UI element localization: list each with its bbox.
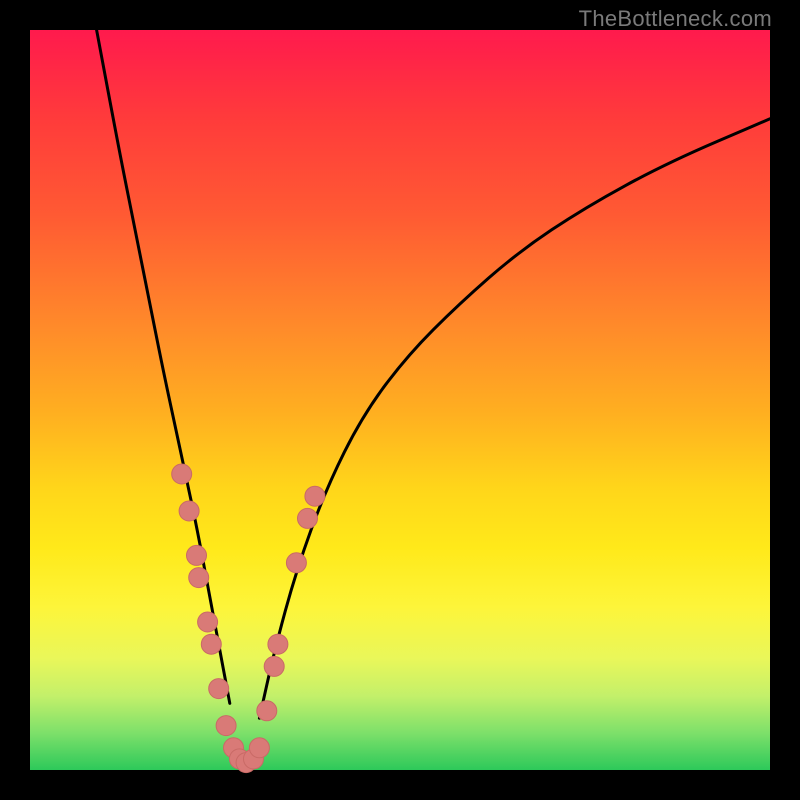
marker-point [298,508,318,528]
marker-point [201,634,221,654]
marker-point [209,679,229,699]
marker-point [187,545,207,565]
chart-svg [30,30,770,770]
marker-point [257,701,277,721]
marker-point [179,501,199,521]
marker-point [189,568,209,588]
watermark-label: TheBottleneck.com [579,6,772,32]
marker-point [216,716,236,736]
marker-point [198,612,218,632]
bottleneck-curve [97,30,770,765]
chart-frame: TheBottleneck.com [0,0,800,800]
marker-point [268,634,288,654]
highlight-markers [172,464,325,773]
marker-point [286,553,306,573]
curve-left-branch [97,30,230,703]
marker-point [249,738,269,758]
marker-point [172,464,192,484]
marker-point [305,486,325,506]
marker-point [264,656,284,676]
curve-right-branch [259,119,770,718]
